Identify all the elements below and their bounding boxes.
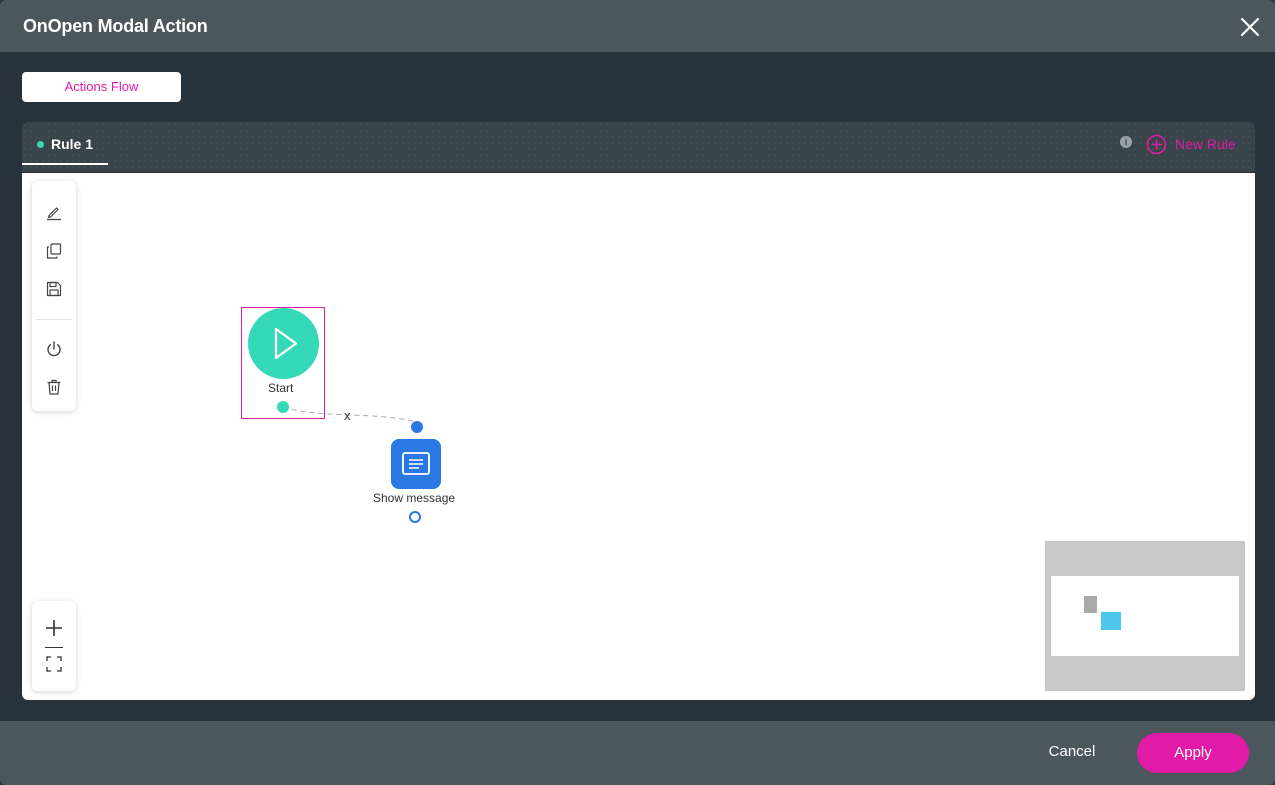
tab-actions-flow[interactable]: Actions Flow	[22, 72, 181, 102]
rule-status-dot	[37, 141, 44, 148]
minimap-viewport[interactable]	[1051, 576, 1239, 656]
show-message-node[interactable]	[391, 439, 441, 489]
flow-edge	[282, 406, 418, 423]
apply-button[interactable]: Apply	[1137, 733, 1249, 773]
minimap[interactable]	[1045, 541, 1245, 691]
play-icon	[274, 327, 298, 360]
modal-header: OnOpen Modal Action	[0, 0, 1275, 52]
tab-rule-1[interactable]: Rule 1	[22, 132, 108, 165]
start-node-label: Start	[268, 381, 294, 395]
modal-dialog: OnOpen Modal Action Actions Flow Rule 1 …	[0, 0, 1275, 785]
rule-tab-label: Rule 1	[51, 136, 94, 152]
start-output-port[interactable]	[277, 401, 289, 413]
zoom-out-icon[interactable]	[45, 647, 63, 648]
message-icon	[402, 452, 430, 475]
edge-remove-button[interactable]: x	[344, 408, 351, 423]
info-icon[interactable]: i	[1120, 136, 1132, 148]
minimap-message-node	[1101, 612, 1121, 630]
start-node[interactable]	[248, 308, 319, 379]
message-output-port[interactable]	[409, 511, 421, 523]
zoom-controls	[32, 601, 76, 691]
zoom-in-icon[interactable]	[43, 617, 65, 639]
show-message-label: Show message	[373, 491, 456, 505]
fit-screen-icon[interactable]	[43, 653, 65, 675]
minimap-start-node	[1084, 596, 1097, 613]
rule-tabs-bar: Rule 1 i New Rule	[22, 122, 1255, 172]
new-rule-button[interactable]: New Rule	[1146, 133, 1236, 155]
modal-footer: Cancel Apply	[0, 721, 1275, 785]
flow-canvas[interactable]: Start x Show message	[22, 173, 1255, 700]
modal-title: OnOpen Modal Action	[23, 16, 208, 36]
message-input-port[interactable]	[411, 421, 423, 433]
plus-circle-icon	[1146, 134, 1167, 154]
close-icon[interactable]	[1238, 15, 1262, 39]
new-rule-label: New Rule	[1175, 136, 1236, 152]
cancel-button[interactable]: Cancel	[1032, 743, 1112, 763]
